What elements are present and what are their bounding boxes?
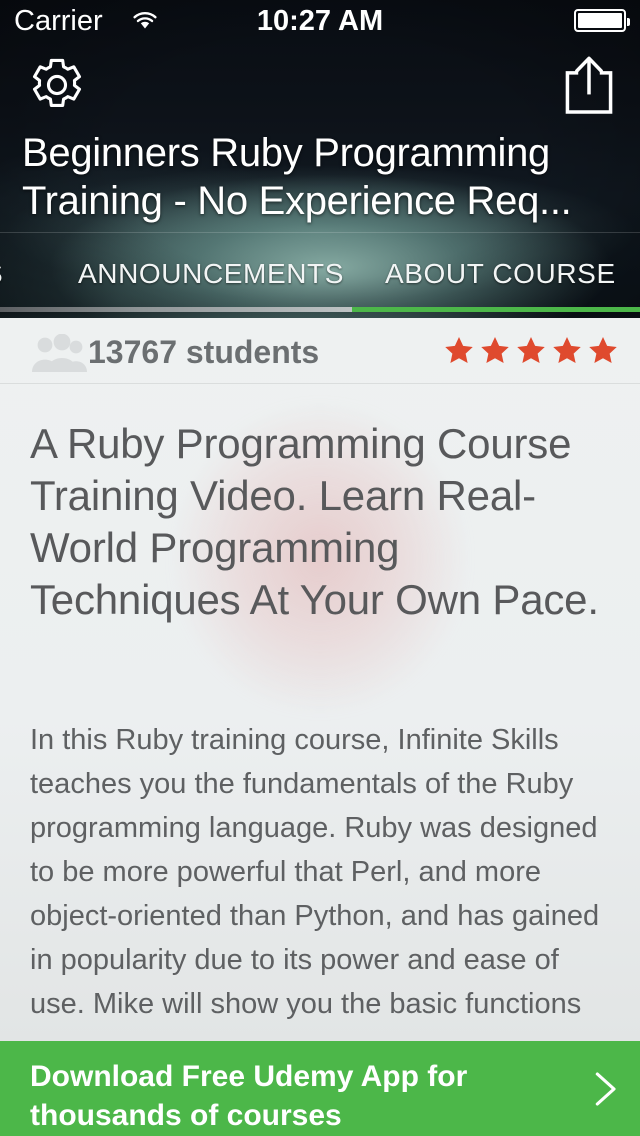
banner-label: Download Free Udemy App for thousands of… [30, 1060, 468, 1132]
settings-button[interactable] [22, 50, 92, 120]
about-course-panel[interactable]: 13767 students A Ruby Programming Course… [0, 318, 640, 1041]
star-icon [481, 337, 509, 363]
tab-announcements[interactable]: ANNOUNCEMENTS [78, 233, 344, 314]
status-bar: Carrier 10:27 AM [0, 0, 640, 40]
chevron-right-icon [595, 1072, 616, 1106]
page-title: Beginners Ruby Programming Training - No… [22, 131, 572, 223]
share-button[interactable] [554, 50, 624, 120]
tab-previous-partial[interactable]: S [0, 233, 3, 314]
app-screen: Carrier 10:27 AM Beginners Ruby Programm… [0, 0, 640, 1136]
star-icon [445, 337, 473, 363]
stats-divider [0, 383, 640, 384]
rating-stars [444, 335, 618, 365]
people-group-icon [32, 334, 87, 372]
tab-about-course[interactable]: ABOUT COURSE [385, 233, 616, 314]
course-headline: A Ruby Programming Course Training Video… [30, 420, 599, 623]
star-icon [517, 337, 545, 363]
course-description: In this Ruby training course, Infinite S… [30, 724, 600, 1020]
star-icon [589, 337, 617, 363]
course-stats-row: 13767 students [0, 318, 640, 384]
star-icon [553, 337, 581, 363]
battery-full-icon [574, 9, 630, 32]
clock-label: 10:27 AM [256, 5, 384, 37]
gear-icon [32, 58, 82, 107]
download-app-banner[interactable]: Download Free Udemy App for thousands of… [0, 1041, 640, 1136]
tab-bar: S ANNOUNCEMENTS ABOUT COURSE [0, 233, 640, 314]
student-count-label: 13767 students [88, 334, 320, 370]
course-header: Carrier 10:27 AM Beginners Ruby Programm… [0, 0, 640, 318]
share-icon [565, 56, 613, 114]
header-action-bar [0, 46, 640, 120]
